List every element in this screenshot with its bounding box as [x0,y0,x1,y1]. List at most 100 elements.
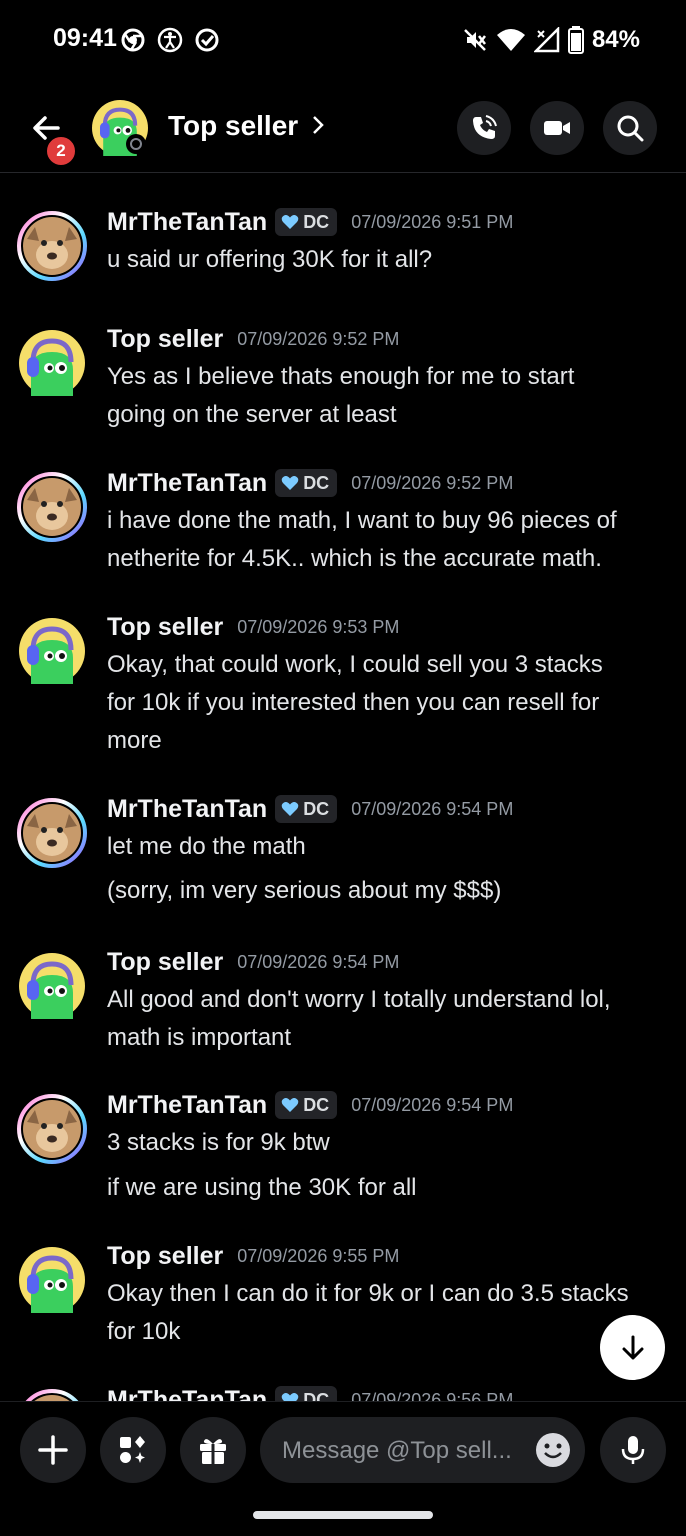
message-timestamp: 07/09/2026 9:53 PM [237,616,400,637]
chat-title[interactable]: Top seller [168,110,298,142]
microphone-icon [621,1436,645,1464]
message-header: Top seller 07/09/2026 9:55 PM [107,1239,399,1273]
message-text: netherite for 4.5K.. which is the accura… [107,545,602,572]
message-header: MrTheTanTan DC 07/09/2026 9:54 PM [107,1088,513,1122]
wifi-icon [496,29,525,51]
message-author[interactable]: Top seller [107,325,223,354]
arrow-down-icon [622,1335,643,1359]
message-author[interactable]: MrTheTanTan [107,208,267,237]
message-text: i have done the math, I want to buy 96 p… [107,507,617,534]
phone-icon [473,115,497,139]
server-tag[interactable]: DC [275,208,338,236]
status-bar: 09:41 84% [0,0,686,80]
battery-icon [567,26,584,54]
battery-percent: 84% [591,26,640,53]
voice-message-button[interactable] [600,1417,666,1483]
message-text: Okay, that could work, I could sell you … [107,651,603,678]
server-tag[interactable]: DC [275,795,338,823]
call-button[interactable] [457,101,511,155]
server-tag-label: DC [303,211,330,232]
avatar[interactable] [17,1389,87,1401]
emoji-icon[interactable] [534,1431,572,1469]
gift-button[interactable] [180,1417,246,1483]
avatar[interactable] [17,951,87,1021]
message-text: (sorry, im very serious about my $$$) [107,877,502,904]
message-text: more [107,727,162,754]
message-header: MrTheTanTan DC 07/09/2026 9:52 PM [107,466,513,500]
check-circle-icon [195,28,219,52]
server-tag-label: DC [303,1389,330,1402]
message-list[interactable]: MrTheTanTan DC 07/09/2026 9:51 PM u said ur… [0,173,686,1401]
message-header: Top seller 07/09/2026 9:54 PM [107,945,399,979]
heart-icon [281,476,299,490]
server-tag[interactable]: DC [275,469,338,497]
message-header: Top seller 07/09/2026 9:53 PM [107,610,399,644]
add-button[interactable] [20,1417,86,1483]
message-text: going on the server at least [107,401,397,428]
video-button[interactable] [530,101,584,155]
message-text: All good and don't worry I totally under… [107,986,611,1013]
search-button[interactable] [603,101,657,155]
signal-icon [533,27,560,53]
message-header: Top seller 07/09/2026 9:52 PM [107,322,399,356]
heart-icon [281,802,299,816]
avatar[interactable] [17,1245,87,1315]
message-header: MrTheTanTan DC 07/09/2026 9:54 PM [107,792,513,826]
chat-header: 2 Top seller [0,80,686,173]
message-timestamp: 07/09/2026 9:54 PM [351,1094,514,1115]
apps-button[interactable] [100,1417,166,1483]
unread-badge: 2 [44,134,78,168]
accessibility-icon [157,27,183,53]
scroll-to-bottom-button[interactable] [600,1315,665,1380]
message-input[interactable] [280,1417,519,1485]
message-text: let me do the math [107,833,306,860]
message-author[interactable]: Top seller [107,948,223,977]
mute-icon [464,29,486,51]
message-text: u said ur offering 30K for it all? [107,246,433,273]
message-timestamp: 07/09/2026 9:56 PM [351,1389,514,1402]
composer-bar [0,1401,686,1502]
chrome-icon [121,28,145,52]
message-text: for 10k if you interested then you can r… [107,689,600,716]
avatar[interactable] [17,798,87,868]
gift-icon [200,1439,226,1464]
message-author[interactable]: Top seller [107,1242,223,1271]
chevron-right-icon[interactable] [310,114,326,136]
server-tag[interactable]: DC [275,1091,338,1119]
message-timestamp: 07/09/2026 9:54 PM [237,951,400,972]
heart-icon [281,1393,299,1401]
heart-icon [281,1098,299,1112]
message-timestamp: 07/09/2026 9:52 PM [237,328,400,349]
server-tag-label: DC [303,798,330,819]
server-tag[interactable]: DC [275,1386,338,1402]
message-timestamp: 07/09/2026 9:54 PM [351,798,514,819]
message-timestamp: 07/09/2026 9:52 PM [351,472,514,493]
avatar[interactable] [17,1094,87,1164]
message-author[interactable]: Top seller [107,613,223,642]
message-header: MrTheTanTan DC 07/09/2026 9:51 PM [107,205,513,239]
server-tag-label: DC [303,472,330,493]
avatar[interactable] [17,616,87,686]
status-time: 09:41 [53,24,117,52]
home-indicator[interactable] [253,1511,433,1519]
plus-icon [38,1435,68,1465]
message-header: MrTheTanTan DC 07/09/2026 9:56 PM [107,1383,513,1401]
message-author[interactable]: MrTheTanTan [107,795,267,824]
message-text: math is important [107,1024,292,1051]
message-author[interactable]: MrTheTanTan [107,469,267,498]
message-timestamp: 07/09/2026 9:55 PM [237,1245,400,1266]
message-text: 3 stacks is for 9k btw [107,1129,330,1156]
message-text: for 10k [107,1318,181,1345]
message-text: Yes as I believe thats enough for me to … [107,363,575,390]
avatar[interactable] [17,211,87,281]
message-author[interactable]: MrTheTanTan [107,1386,267,1402]
message-timestamp: 07/09/2026 9:51 PM [351,211,514,232]
avatar[interactable] [17,328,87,398]
message-input-container [260,1417,585,1485]
video-camera-icon [544,121,570,135]
apps-icon [120,1436,145,1463]
search-icon [617,115,644,142]
server-tag-label: DC [303,1094,330,1115]
message-author[interactable]: MrTheTanTan [107,1091,267,1120]
avatar[interactable] [17,472,87,542]
